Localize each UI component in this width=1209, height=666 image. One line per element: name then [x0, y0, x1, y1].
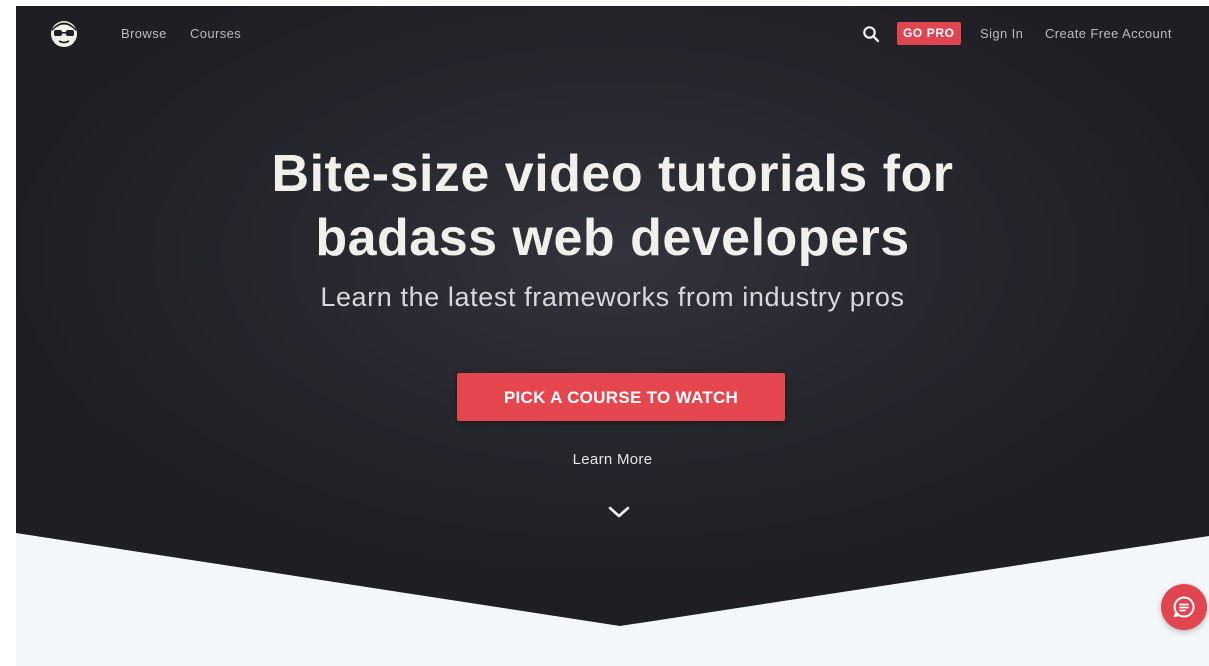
learn-more-row: Learn More: [16, 451, 1209, 468]
chat-bubble-icon[interactable]: [1161, 584, 1207, 630]
nerd-mascot-logo-icon[interactable]: [50, 20, 78, 48]
hero-subheadline: Learn the latest frameworks from industr…: [320, 282, 905, 312]
top-nav: Browse Courses GO PRO Sign In Create Fre…: [16, 6, 1209, 62]
search-icon[interactable]: [862, 25, 880, 43]
pick-a-course-button[interactable]: PICK A COURSE TO WATCH: [457, 373, 785, 421]
sign-in-link[interactable]: Sign In: [980, 26, 1023, 41]
nav-courses-link[interactable]: Courses: [190, 26, 241, 41]
create-free-account-link[interactable]: Create Free Account: [1045, 26, 1172, 41]
hero-headline: Bite-size video tutorials for badass web…: [16, 142, 1209, 270]
page: Browse Courses GO PRO Sign In Create Fre…: [16, 6, 1209, 666]
hero-headline-line-2: badass web developers: [315, 209, 910, 267]
learn-more-link[interactable]: Learn More: [573, 451, 653, 468]
go-pro-button[interactable]: GO PRO: [897, 22, 961, 45]
chevron-down-icon[interactable]: [607, 504, 631, 520]
hero-headline-line-1: Bite-size video tutorials for: [271, 145, 954, 203]
nav-browse-link[interactable]: Browse: [121, 26, 167, 41]
hero-section: Browse Courses GO PRO Sign In Create Fre…: [16, 6, 1209, 626]
